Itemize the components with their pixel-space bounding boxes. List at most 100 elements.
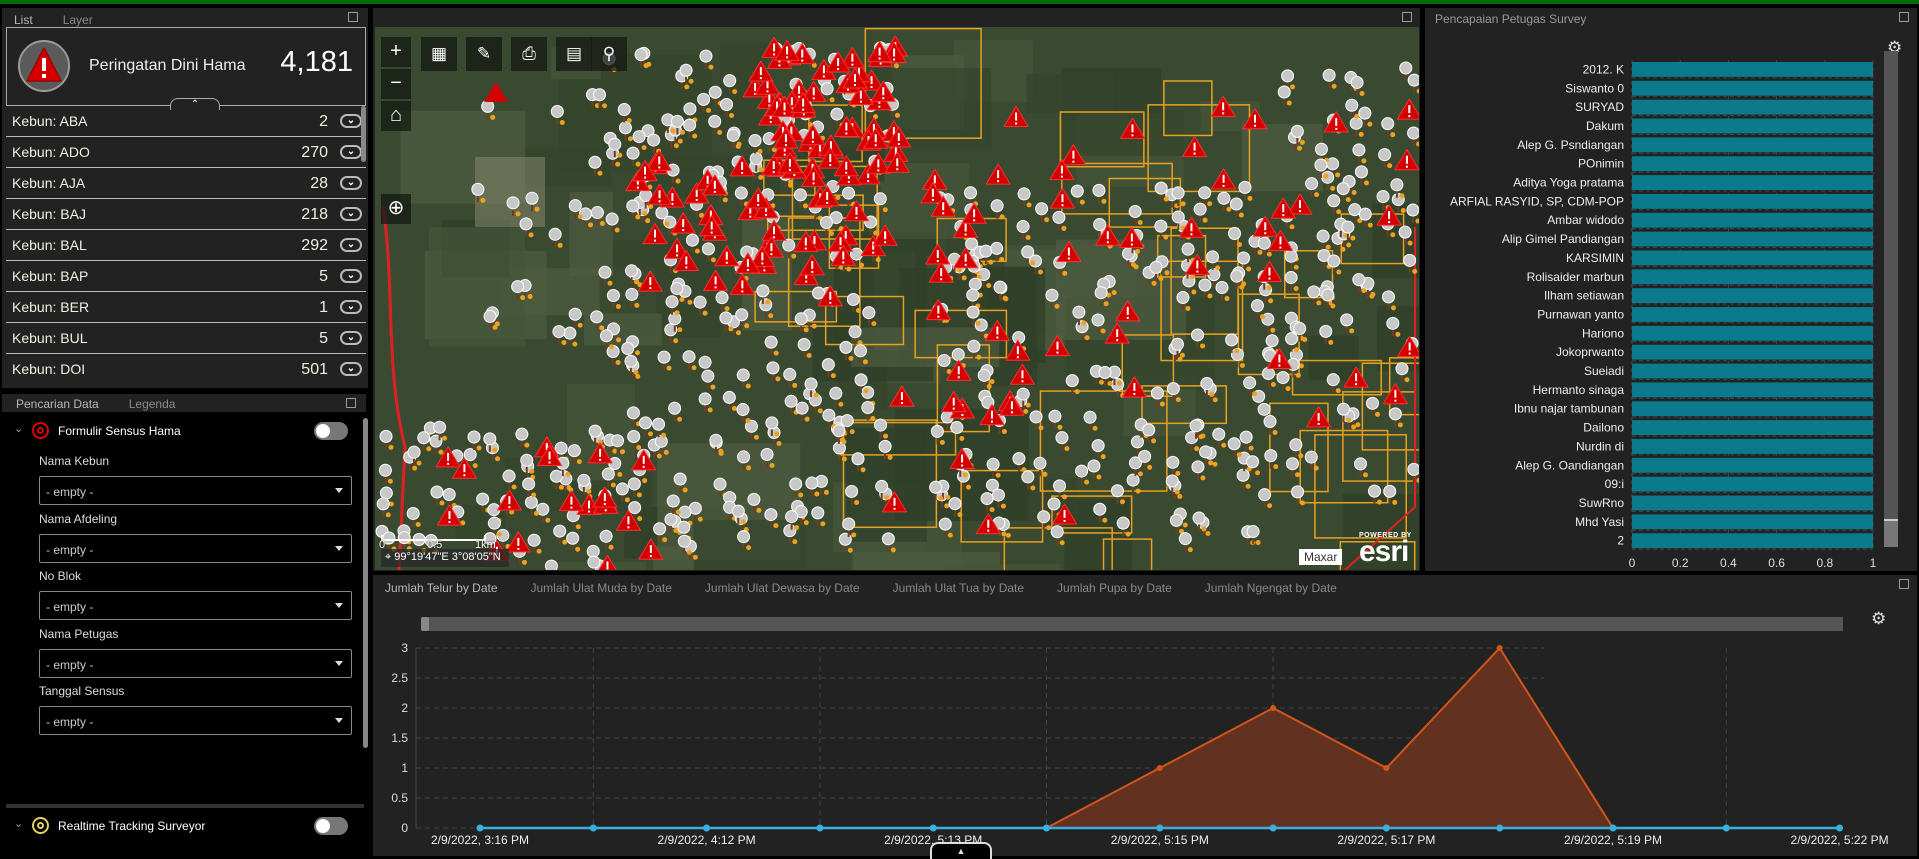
caret-down-icon [335,660,343,666]
survey-marker [685,233,699,247]
chart-scrollbar[interactable] [1884,51,1898,547]
filter-scrollbar[interactable] [363,418,368,748]
bookmark-button[interactable]: ▤ [556,37,592,71]
list-item[interactable]: Kebun: BAJ 218 ⌄ [6,199,366,230]
expand-chevron-icon[interactable]: ⌄ [340,114,362,128]
coordinate-readout[interactable]: ⌖ 99°19'47"E 3°08'05"N [381,549,509,567]
esri-logo[interactable]: POWERED BY esri [1359,532,1412,567]
survey-marker-flame [624,497,630,503]
warning-marker-dot [793,174,796,177]
warning-marker-mark [897,132,900,141]
zoom-out-button[interactable]: − [381,69,411,99]
survey-marker [760,447,774,461]
maximize-icon[interactable] [1402,12,1412,22]
tab-pencarian-data[interactable]: Pencarian Data [16,397,99,411]
survey-marker-flame [841,456,847,462]
warning-marker-dot [842,261,845,264]
layer-toggle[interactable] [314,422,348,440]
survey-marker [632,130,646,144]
survey-marker-flame [645,218,651,224]
measure-button[interactable]: ✎ [466,37,502,71]
printer-icon: ⎙ [522,44,536,63]
list-scrollbar[interactable] [361,106,366,162]
attribution[interactable]: Maxar [1299,549,1343,565]
field-label: Nama Kebun [39,454,110,468]
expand-bottom-button[interactable]: ▲ [930,842,992,859]
chart-tab[interactable]: Jumlah Telur by Date [385,581,498,595]
maximize-icon[interactable] [346,398,356,408]
expand-chevron-icon[interactable]: ⌄ [340,300,362,314]
expand-chevron-icon[interactable]: ⌄ [340,362,362,376]
survey-marker-flame [634,350,640,356]
list-item[interactable]: Kebun: BUL 5 ⌄ [6,323,366,354]
survey-marker [1029,410,1043,424]
chart-tab[interactable]: Jumlah Ulat Dewasa by Date [705,581,860,595]
survey-marker-flame [1285,386,1291,392]
survey-marker [1178,532,1192,546]
chevron-down-icon[interactable]: ⌄ [14,422,23,435]
filter-select[interactable]: - empty - [39,706,352,735]
survey-marker-flame [962,472,968,478]
list-item[interactable]: Kebun: BAP 5 ⌄ [6,261,366,292]
maximize-icon[interactable] [1899,579,1909,589]
range-slider[interactable] [423,617,1843,631]
list-item[interactable]: Kebun: AJA 28 ⌄ [6,168,366,199]
bar [1632,325,1873,341]
survey-marker-flame [684,84,690,90]
expand-chevron-icon[interactable]: ⌄ [340,238,362,252]
locate-button[interactable]: ⊕ [381,194,411,224]
survey-marker-flame [1119,499,1125,505]
filter-select[interactable]: - empty - [39,591,352,620]
survey-marker-flame [745,383,751,389]
list-item[interactable]: Kebun: ABA 2 ⌄ [6,106,366,137]
survey-marker [682,350,696,364]
warning-marker-mark [1061,194,1064,203]
chart-tab[interactable]: Jumlah Ngengat by Date [1205,581,1337,595]
tab-legenda[interactable]: Legenda [129,397,176,411]
expand-chevron-icon[interactable]: ⌄ [340,331,362,345]
expand-chevron-icon[interactable]: ⌄ [340,176,362,190]
range-slider-handle[interactable] [421,617,429,631]
expand-chevron-icon[interactable]: ⌄ [340,145,362,159]
maximize-icon[interactable] [348,12,358,22]
warning-marker-dot [997,180,1000,183]
chart-tab[interactable]: Jumlah Pupa by Date [1057,581,1172,595]
filter-select[interactable]: - empty - [39,648,352,678]
search-button[interactable]: ⚲ [591,37,627,71]
tab-layer[interactable]: Layer [63,13,93,27]
expand-chevron-icon[interactable]: ⌄ [340,207,362,221]
expand-chevron-icon[interactable]: ⌄ [340,269,362,283]
gear-icon[interactable]: ⚙ [1871,609,1886,629]
survey-marker-flame [1194,446,1200,452]
scrollbar-thumb[interactable] [1884,519,1898,547]
list-item[interactable]: Kebun: BAL 292 ⌄ [6,230,366,261]
bar [1632,363,1873,379]
tab-list[interactable]: List [14,13,33,27]
survey-marker-flame [682,487,688,493]
survey-marker-flame [989,379,995,385]
basemap-gallery-button[interactable]: ▦ [421,37,457,71]
group-realtime-tracking[interactable]: ⌄ Realtime Tracking Surveyor [2,813,362,839]
coordinate-text: 99°19'47"E 3°08'05"N [394,551,501,563]
survey-marker-flame [1116,380,1122,386]
chart-tab[interactable]: Jumlah Ulat Tua by Date [893,581,1024,595]
chevron-down-icon[interactable]: ⌄ [14,817,23,830]
map-view[interactable]: + − ⌂ ⊕ ▦ ✎ ⎙ ▤ ⚲ 0 0.5 1km ⌖ 99°19'47"E… [375,27,1419,570]
list-item[interactable]: Kebun: ADO 270 ⌄ [6,137,366,168]
filter-select[interactable]: - empty - [39,533,352,563]
group-formulir-sensus-hama[interactable]: ⌄ Formulir Sensus Hama [2,418,362,444]
print-button[interactable]: ⎙ [511,37,547,71]
chart-tab[interactable]: Jumlah Ulat Muda by Date [531,581,672,595]
list-item[interactable]: Kebun: DOI 501 ⌄ [6,354,366,385]
survey-marker [748,134,762,148]
home-button[interactable]: ⌂ [381,101,411,131]
filter-select[interactable]: - empty - [39,476,352,505]
zoom-in-button[interactable]: + [381,37,411,67]
survey-marker [701,242,715,256]
summary-card[interactable]: Peringatan Dini Hama 4,181 ⌃ [6,27,366,110]
warning-marker-dot [847,180,850,183]
list-item[interactable]: Kebun: BER 1 ⌄ [6,292,366,323]
survey-marker-flame [731,405,737,411]
maximize-icon[interactable] [1899,12,1909,22]
layer-toggle[interactable] [314,817,348,835]
